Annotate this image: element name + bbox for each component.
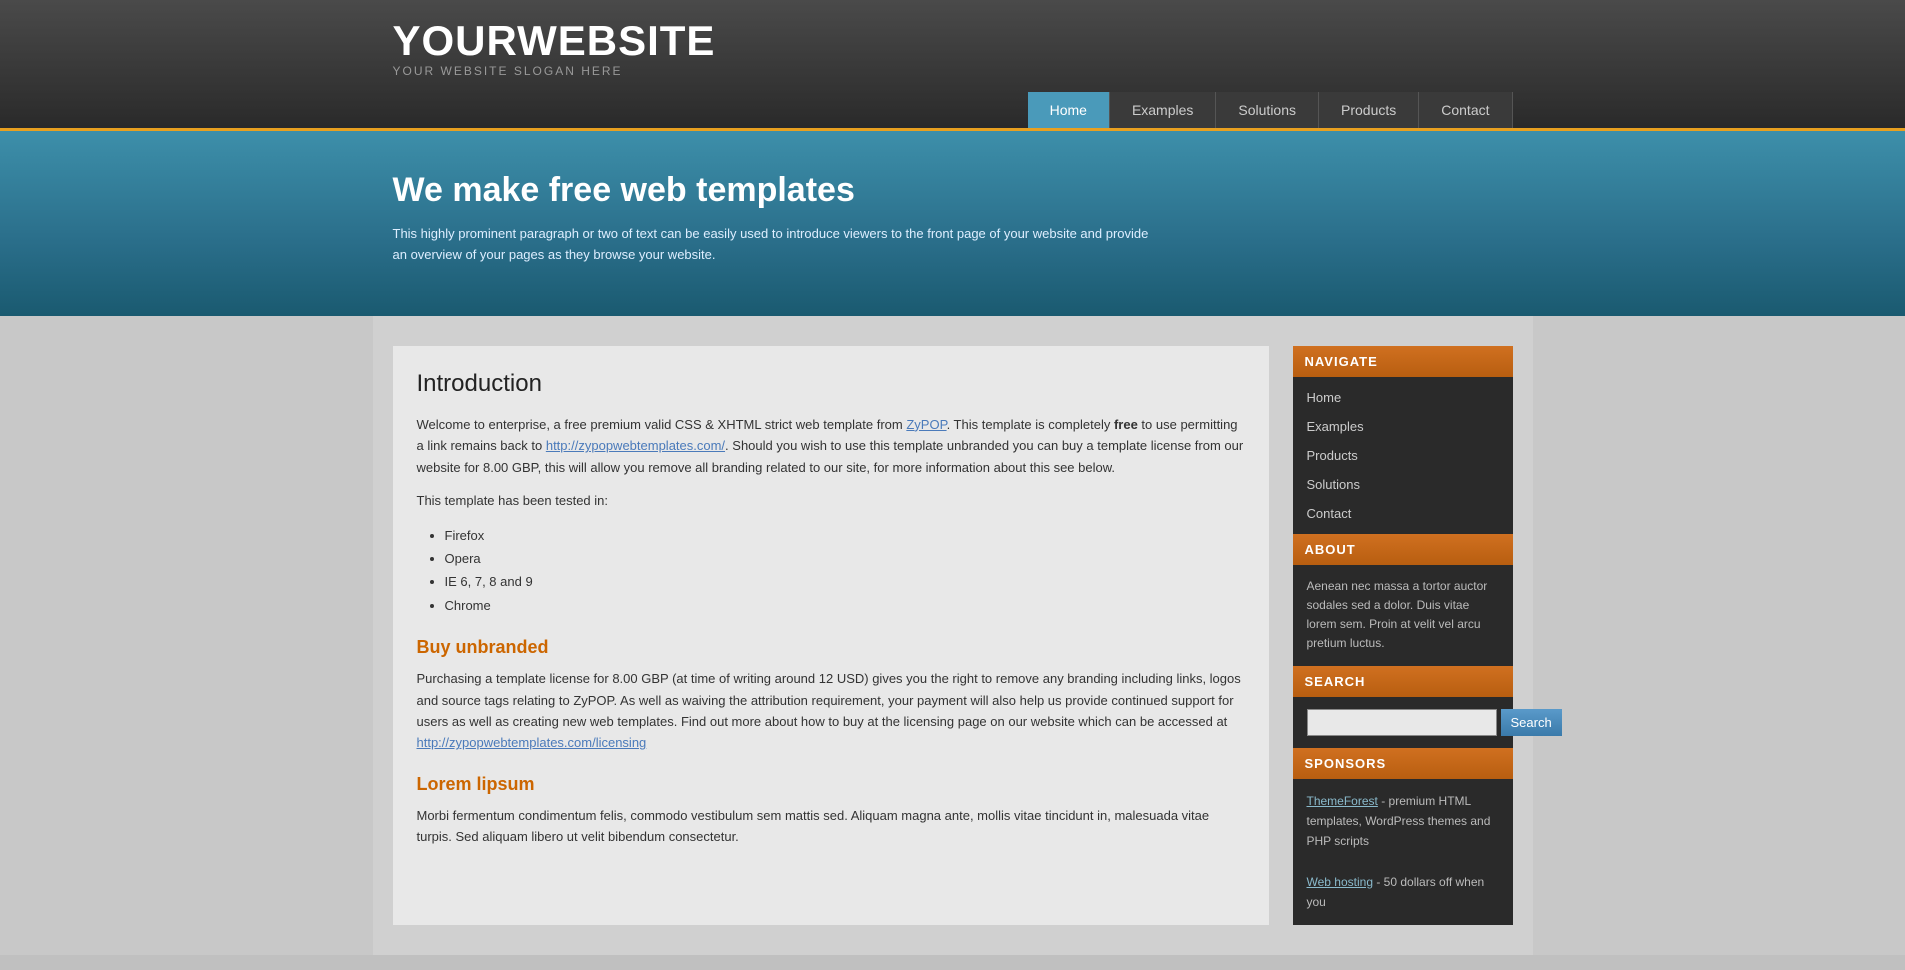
sidebar-search-section: SEARCH Search <box>1293 666 1513 748</box>
lorem-paragraph: Morbi fermentum condimentum felis, commo… <box>417 805 1245 848</box>
sidebar-item-products[interactable]: Products <box>1293 441 1513 470</box>
main-nav: HomeExamplesSolutionsProductsContact <box>393 92 1513 128</box>
header: YOURWEBSITE YOUR WEBSITE SLOGAN HERE Hom… <box>0 0 1905 131</box>
sidebar: NAVIGATE HomeExamplesProductsSolutionsCo… <box>1293 346 1513 925</box>
nav-item-products[interactable]: Products <box>1319 92 1419 128</box>
sidebar-search-header: SEARCH <box>1293 666 1513 697</box>
intro-heading: Introduction <box>417 370 1245 398</box>
search-button[interactable]: Search <box>1501 709 1562 736</box>
list-item: Chrome <box>445 594 1245 617</box>
sidebar-navigate-section: NAVIGATE HomeExamplesProductsSolutionsCo… <box>1293 346 1513 534</box>
sponsor-1: ThemeForest - premium HTML templates, Wo… <box>1307 791 1499 852</box>
sidebar-item-solutions[interactable]: Solutions <box>1293 470 1513 499</box>
sidebar-item-contact[interactable]: Contact <box>1293 499 1513 528</box>
list-item: Opera <box>445 547 1245 570</box>
tested-list: FirefoxOperaIE 6, 7, 8 and 9Chrome <box>445 524 1245 618</box>
sponsor1-name: ThemeForest <box>1307 794 1378 808</box>
list-item: IE 6, 7, 8 and 9 <box>445 570 1245 593</box>
nav-item-home[interactable]: Home <box>1028 92 1110 128</box>
sidebar-item-home[interactable]: Home <box>1293 383 1513 412</box>
lorem-heading: Lorem lipsum <box>417 774 1245 795</box>
sidebar-about-header: ABOUT <box>1293 534 1513 565</box>
sidebar-item-examples[interactable]: Examples <box>1293 412 1513 441</box>
buy-heading: Buy unbranded <box>417 637 1245 658</box>
sponsor2-name: Web hosting <box>1307 875 1374 889</box>
sidebar-about-text: Aenean nec massa a tortor auctor sodales… <box>1293 565 1513 666</box>
site-slogan: YOUR WEBSITE SLOGAN HERE <box>393 64 1513 78</box>
nav-item-examples[interactable]: Examples <box>1110 92 1216 128</box>
sidebar-sponsors-content: ThemeForest - premium HTML templates, Wo… <box>1293 779 1513 925</box>
nav-item-contact[interactable]: Contact <box>1419 92 1512 128</box>
themeforest-link[interactable]: ThemeForest <box>1307 794 1378 808</box>
intro-paragraph-2: This template has been tested in: <box>417 490 1245 511</box>
hero-heading: We make free web templates <box>393 171 1513 210</box>
licensing-link[interactable]: http://zypopwebtemplates.com/licensing <box>417 735 647 750</box>
sidebar-navigate-header: NAVIGATE <box>1293 346 1513 377</box>
buy-paragraph: Purchasing a template license for 8.00 G… <box>417 668 1245 754</box>
hero-description: This highly prominent paragraph or two o… <box>393 224 1153 266</box>
nav-item-solutions[interactable]: Solutions <box>1216 92 1319 128</box>
main-wrapper: Introduction Welcome to enterprise, a fr… <box>373 316 1533 955</box>
site-title: YOURWEBSITE <box>393 18 1513 64</box>
website-link[interactable]: http://zypopwebtemplates.com/ <box>546 438 725 453</box>
list-item: Firefox <box>445 524 1245 547</box>
sidebar-nav-list: HomeExamplesProductsSolutionsContact <box>1293 377 1513 534</box>
sidebar-sponsors-header: SPONSORS <box>1293 748 1513 779</box>
content-area: Introduction Welcome to enterprise, a fr… <box>393 346 1269 925</box>
sidebar-about-section: ABOUT Aenean nec massa a tortor auctor s… <box>1293 534 1513 666</box>
sidebar-search-box: Search <box>1293 697 1513 748</box>
sponsor-2: Web hosting - 50 dollars off when you <box>1307 872 1499 913</box>
zypop-link[interactable]: ZyPOP <box>906 417 946 432</box>
hero-banner: We make free web templates This highly p… <box>0 131 1905 316</box>
webhosting-link[interactable]: Web hosting <box>1307 875 1374 889</box>
search-input[interactable] <box>1307 709 1497 736</box>
sidebar-sponsors-section: SPONSORS ThemeForest - premium HTML temp… <box>1293 748 1513 925</box>
intro-paragraph-1: Welcome to enterprise, a free premium va… <box>417 414 1245 478</box>
